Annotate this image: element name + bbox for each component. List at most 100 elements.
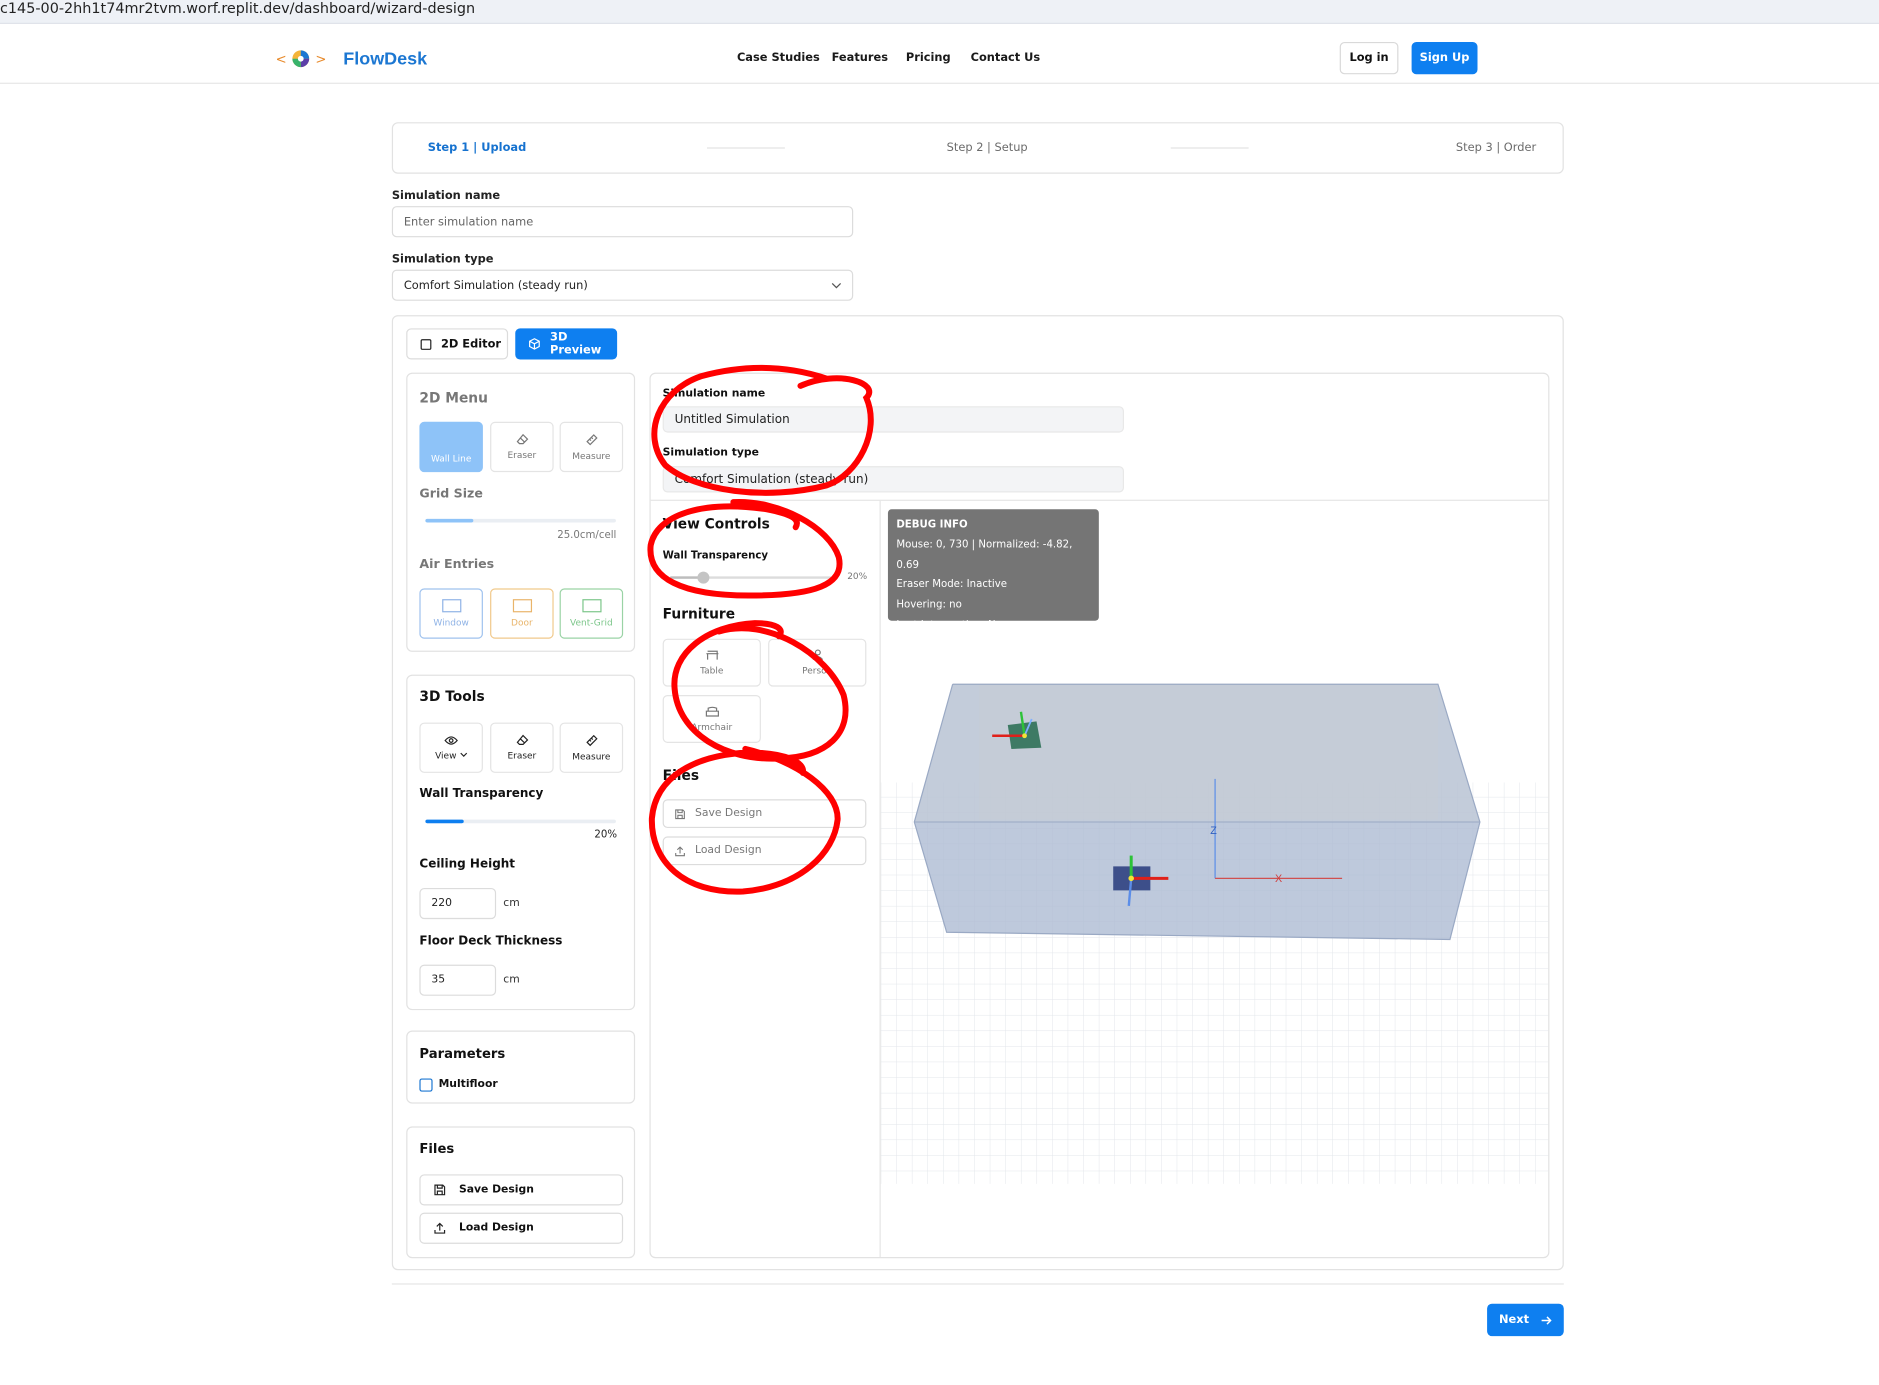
air-door-button[interactable]: Door [490, 588, 554, 639]
wall-transparency-value: 20% [594, 829, 618, 842]
tool-wall-line[interactable]: Wall Line [419, 421, 483, 473]
floor-deck-input[interactable]: 35 [419, 964, 497, 996]
nav-contact-us[interactable]: Contact Us [971, 52, 1041, 65]
login-button[interactable]: Log in [1339, 41, 1399, 75]
tools-3d-title: 3D Tools [419, 687, 485, 705]
step-setup[interactable]: Step 2 | Setup [947, 141, 1028, 154]
step-upload[interactable]: Step 1 | Upload [428, 141, 526, 154]
debug-eraser-mode: Eraser Mode: Inactive [896, 579, 1008, 592]
load-design-label: Load Design [458, 1222, 534, 1235]
preview-type-value: Comfort Simulation (steady run) [674, 472, 869, 486]
furniture-table[interactable]: Table [662, 638, 761, 687]
preview-transparency-thumb[interactable] [697, 571, 710, 584]
save-icon [675, 808, 685, 819]
brand-logo[interactable]: < > FlowDesk [276, 46, 428, 72]
chevron-right-icon: > [315, 50, 327, 67]
ruler-icon [585, 734, 598, 746]
save-design-button[interactable]: Save Design [419, 1174, 624, 1206]
tool-measure-2d[interactable]: Measure [559, 421, 624, 473]
signup-button[interactable]: Sign Up [1411, 41, 1478, 75]
furniture-person[interactable]: Person [768, 638, 867, 687]
simulation-name-placeholder: Enter simulation name [403, 215, 534, 229]
armchair-icon [705, 706, 719, 716]
tool-eraser-2d[interactable]: Eraser [490, 421, 554, 473]
footer-divider [391, 1283, 1564, 1285]
load-design-button[interactable]: Load Design [419, 1212, 624, 1244]
wall-transparency-fill [425, 819, 464, 824]
debug-hovering: Hovering: no [896, 599, 962, 612]
ceiling-height-title: Ceiling Height [419, 857, 516, 872]
preview-name-value: Untitled Simulation [674, 412, 790, 426]
nav-features[interactable]: Features [832, 52, 888, 65]
preview-save-button[interactable]: Save Design [662, 799, 867, 829]
furniture-title: Furniture [662, 605, 736, 622]
tab-3d-preview[interactable]: 3D Preview [515, 328, 618, 360]
air-door-label: Door [511, 617, 533, 628]
furniture-table-label: Table [700, 664, 724, 676]
nav-pricing[interactable]: Pricing [906, 52, 951, 65]
nav-case-studies[interactable]: Case Studies [737, 52, 820, 65]
eraser-icon [516, 734, 528, 745]
square-icon [420, 338, 432, 350]
furniture-person-label: Person [802, 665, 833, 676]
axis-z-label: Z [1210, 825, 1217, 837]
floor-deck-title: Floor Deck Thickness [419, 934, 563, 948]
ruler-icon [585, 433, 598, 445]
preview-save-label: Save Design [695, 807, 763, 820]
tool-measure-3d[interactable]: Measure [559, 722, 624, 773]
eraser-icon [516, 433, 528, 445]
vent-grid-icon [581, 599, 601, 613]
menu-2d-title: 2D Menu [419, 389, 488, 407]
air-entries-title: Air Entries [419, 557, 495, 572]
preview-type-input[interactable]: Comfort Simulation (steady run) [662, 466, 1125, 493]
upload-icon [434, 1222, 446, 1234]
eye-icon [444, 735, 458, 745]
door-icon [512, 599, 532, 613]
upload-icon [675, 845, 685, 856]
step-connector [706, 147, 785, 149]
floor-deck-value: 35 [431, 974, 446, 987]
url-text: c145-00-2hh1t74mr2tvm.worf.replit.dev/da… [0, 0, 476, 17]
step-order[interactable]: Step 3 | Order [1456, 141, 1536, 154]
furniture-armchair[interactable]: Armchair [662, 695, 761, 743]
debug-info-panel: DEBUG INFO Mouse: 0, 730 | Normalized: -… [887, 509, 1099, 631]
table-icon [705, 650, 718, 660]
simulation-type-label: Simulation type [391, 252, 494, 267]
grid-size-fill [425, 518, 474, 523]
preview-type-label: Simulation type [662, 446, 759, 459]
debug-mouse: Mouse: 0, 730 | Normalized: -4.82, 0.69 [896, 538, 1073, 572]
next-label: Next [1499, 1313, 1530, 1327]
files-title: Files [419, 1140, 455, 1157]
tool-eraser-3d[interactable]: Eraser [490, 722, 554, 773]
multifloor-checkbox[interactable] [419, 1078, 433, 1092]
preview-transparency-value: 20% [847, 570, 868, 582]
step-connector [1170, 147, 1249, 149]
room-box [913, 683, 1481, 941]
air-window-button[interactable]: Window [419, 588, 483, 639]
view-controls-title: View Controls [662, 515, 770, 533]
simulation-type-select[interactable]: Comfort Simulation (steady run) [391, 269, 854, 301]
next-button[interactable]: Next [1487, 1303, 1564, 1337]
grid-size-title: Grid Size [419, 486, 483, 501]
tab-2d-editor[interactable]: 2D Editor [406, 328, 509, 360]
tool-wall-line-label: Wall Line [430, 452, 472, 464]
browser-url-bar[interactable]: c145-00-2hh1t74mr2tvm.worf.replit.dev/da… [0, 0, 1879, 24]
debug-title: DEBUG INFO [896, 518, 968, 531]
air-vent-grid-label: Vent-Grid [570, 617, 613, 628]
preview-name-input[interactable]: Untitled Simulation [662, 406, 1125, 433]
tab-3d-preview-label: 3D Preview [550, 330, 602, 358]
simulation-name-label: Simulation name [391, 189, 501, 203]
tool-view-3d[interactable]: View [419, 722, 483, 773]
save-design-label: Save Design [458, 1183, 534, 1196]
grid-size-value: 25.0cm/cell [557, 529, 617, 542]
preview-load-button[interactable]: Load Design [662, 836, 867, 866]
simulation-name-input[interactable]: Enter simulation name [391, 206, 854, 238]
chevron-down-icon [460, 752, 468, 757]
air-vent-grid-button[interactable]: Vent-Grid [559, 588, 624, 639]
tool-measure-3d-label: Measure [572, 750, 611, 762]
preview-name-label: Simulation name [662, 388, 766, 401]
tab-2d-editor-label: 2D Editor [440, 337, 502, 351]
tool-view-3d-label: View [435, 749, 457, 761]
wall-transparency-title: Wall Transparency [419, 787, 544, 801]
ceiling-height-input[interactable]: 220 [419, 887, 497, 920]
